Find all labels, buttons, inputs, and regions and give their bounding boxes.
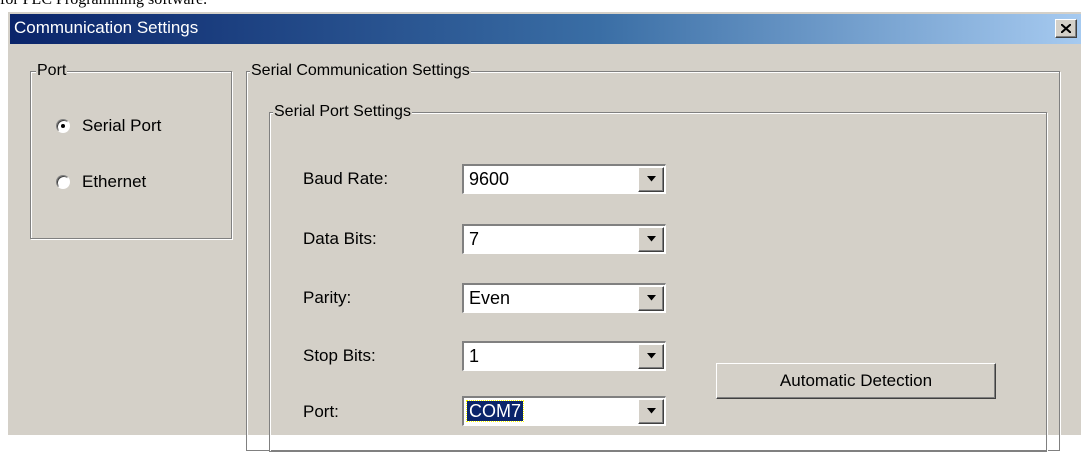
data-bits-select[interactable]: 7: [462, 224, 666, 254]
data-bits-label: Data Bits:: [303, 229, 377, 248]
dropdown-button[interactable]: [638, 167, 664, 192]
radio-selected-dot: [61, 124, 65, 128]
communication-settings-dialog: Communication Settings Port Serial Port …: [7, 11, 1081, 452]
close-x-icon: [1061, 24, 1071, 33]
stop-bits-value: 1: [469, 346, 480, 366]
baud-rate-label: Baud Rate:: [303, 169, 389, 188]
chevron-down-icon: [647, 295, 656, 301]
chevron-down-icon: [647, 236, 656, 242]
radio-button[interactable]: [56, 175, 70, 189]
data-bits-value: 7: [469, 229, 480, 249]
chevron-down-icon: [647, 408, 656, 414]
baud-rate-select[interactable]: 9600: [462, 164, 666, 194]
parity-select[interactable]: Even: [462, 283, 666, 313]
radio-serial-port[interactable]: Serial Port: [56, 116, 216, 136]
dialog-title: Communication Settings: [14, 18, 199, 37]
serial-communication-group-label: Serial Communication Settings: [250, 61, 471, 81]
dropdown-button[interactable]: [638, 344, 664, 369]
port-group: Port Serial Port Ethernet: [30, 61, 232, 239]
port-value: COM7: [465, 400, 525, 422]
stop-bits-label: Stop Bits:: [303, 346, 376, 365]
close-button[interactable]: [1055, 19, 1077, 38]
automatic-detection-button[interactable]: Automatic Detection: [716, 363, 996, 399]
dropdown-button[interactable]: [638, 399, 664, 424]
title-bar[interactable]: Communication Settings: [10, 14, 1081, 44]
parity-label: Parity:: [303, 288, 352, 307]
page-caption: for PLC Programming software.: [0, 0, 207, 11]
parity-value: Even: [469, 288, 511, 308]
port-select[interactable]: COM7: [462, 396, 666, 426]
radio-button[interactable]: [56, 119, 70, 133]
port-group-label: Port: [36, 61, 68, 81]
baud-rate-value: 9600: [469, 169, 510, 189]
radio-ethernet[interactable]: Ethernet: [56, 172, 216, 192]
chevron-down-icon: [647, 353, 656, 359]
stop-bits-select[interactable]: 1: [462, 341, 666, 371]
serial-port-settings-label: Serial Port Settings: [273, 102, 412, 122]
radio-label: Ethernet: [82, 172, 147, 191]
dropdown-button[interactable]: [638, 286, 664, 311]
dropdown-button[interactable]: [638, 227, 664, 252]
chevron-down-icon: [647, 176, 656, 182]
port-label: Port:: [303, 402, 339, 421]
radio-label: Serial Port: [82, 116, 162, 135]
